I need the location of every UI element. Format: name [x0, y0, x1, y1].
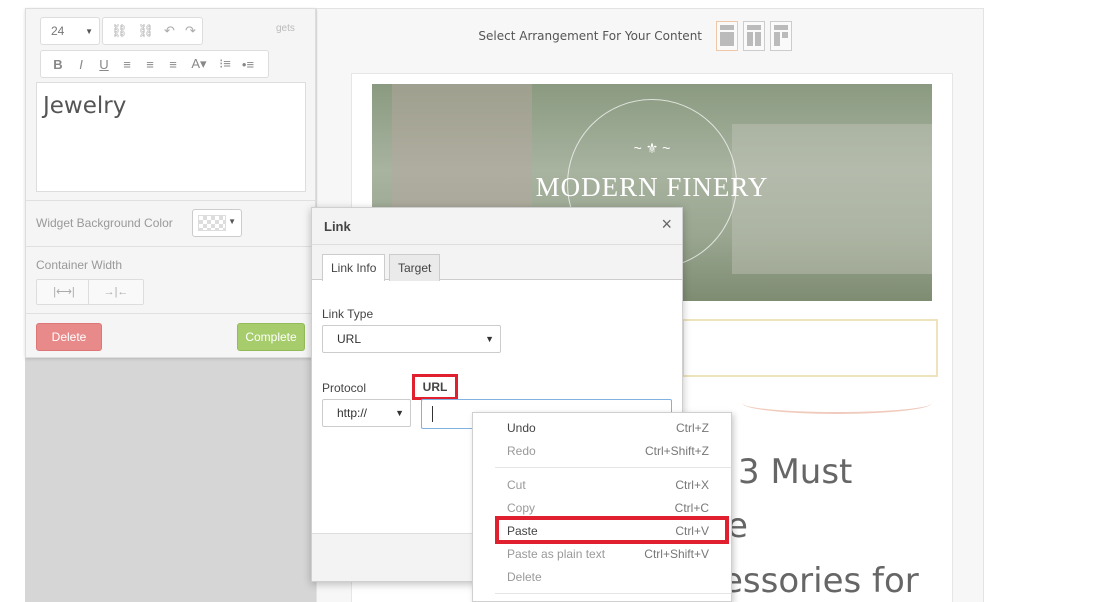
text-block[interactable] [682, 319, 938, 377]
arrangement-bar: Select Arrangement For Your Content [317, 9, 983, 63]
unlink-icon[interactable]: ⛓ [138, 23, 155, 39]
link-type-label: Link Type [322, 307, 374, 321]
widget-background-label: Widget Background Color [36, 216, 173, 230]
align-center-icon[interactable]: ≡ [143, 57, 157, 72]
protocol-select[interactable]: http:// ▼ [322, 399, 411, 427]
widget-editor-panel: 24 ▼ ⛓ ⛓ ↶ ↷ gets B I U ≡ ≡ ≡ A▾ ⁝≡ •≡ J… [25, 8, 316, 358]
menu-item-shortcut: Ctrl+Shift+V [644, 547, 709, 561]
layout-sidebar-button[interactable] [770, 21, 792, 51]
menu-item-label: Cut [507, 478, 526, 492]
font-size-select[interactable]: 24 ▼ [40, 17, 100, 45]
menu-item-undo[interactable]: Undo Ctrl+Z [473, 417, 731, 439]
protocol-label: Protocol [322, 381, 367, 395]
chevron-down-icon: ▼ [228, 217, 236, 226]
dialog-tabs: Link Info Target [312, 245, 682, 281]
layout-two-column-button[interactable] [743, 21, 765, 51]
paste-highlight-box [495, 516, 729, 544]
container-width-label: Container Width [36, 258, 123, 272]
url-label: URL [412, 374, 458, 400]
link-toolbar-group: ⛓ ⛓ ↶ ↷ [102, 17, 203, 45]
menu-item-shortcut: Ctrl+X [675, 478, 709, 492]
link-icon[interactable]: ⛓ [111, 23, 128, 39]
align-left-icon[interactable]: ≡ [120, 57, 134, 72]
underline-icon[interactable]: U [97, 57, 111, 72]
dialog-header[interactable]: Link × [312, 208, 682, 245]
undo-icon[interactable]: ↶ [164, 23, 175, 39]
text-color-icon[interactable]: A▾ [189, 56, 209, 72]
contained-width-button[interactable]: →|← [88, 279, 144, 305]
format-toolbar-group: B I U ≡ ≡ ≡ A▾ ⁝≡ •≡ [40, 50, 269, 78]
menu-item-shortcut: Ctrl+Shift+Z [644, 444, 709, 458]
menu-item-label: Copy [507, 501, 536, 515]
link-type-select[interactable]: URL ▼ [322, 325, 501, 353]
protocol-value: http:// [337, 406, 368, 420]
content-heading-line-1: 3 Must [738, 452, 853, 492]
tab-target[interactable]: Target [389, 254, 441, 281]
menu-item-label: Delete [507, 570, 542, 584]
left-panel-backdrop [25, 358, 316, 602]
italic-icon[interactable]: I [74, 57, 88, 72]
bold-icon[interactable]: B [51, 57, 65, 72]
close-icon[interactable]: × [661, 214, 672, 235]
link-type-value: URL [337, 332, 362, 346]
delete-button[interactable]: Delete [36, 323, 102, 351]
hero-ornament: ~ ⚜ ~ [633, 140, 671, 156]
widgets-tab-text[interactable]: gets [276, 23, 295, 34]
numbered-list-icon[interactable]: ⁝≡ [218, 56, 232, 72]
tab-link-info[interactable]: Link Info [322, 254, 386, 281]
menu-item-delete[interactable]: Delete [473, 566, 731, 588]
background-color-picker[interactable]: ▼ [192, 209, 242, 237]
menu-item-shortcut: Ctrl+C [674, 501, 709, 515]
align-right-icon[interactable]: ≡ [166, 57, 180, 72]
content-heading-line-3: essories for [722, 561, 919, 601]
chevron-down-icon: ▼ [485, 334, 494, 344]
menu-item-label: Paste as plain text [507, 547, 606, 561]
layout-single-column-button[interactable] [716, 21, 738, 51]
transparent-swatch-icon [198, 215, 226, 231]
arrangement-label: Select Arrangement For Your Content [478, 29, 702, 43]
font-size-value: 24 [51, 24, 65, 38]
menu-item-shortcut: Ctrl+Z [676, 421, 709, 435]
chevron-down-icon: ▼ [85, 27, 93, 36]
text-editor-area[interactable]: Jewelry [36, 82, 306, 192]
chevron-down-icon: ▼ [395, 408, 404, 418]
menu-item-cut[interactable]: Cut Ctrl+X [473, 474, 731, 496]
menu-item-label: Undo [507, 421, 536, 435]
dialog-title: Link [324, 219, 351, 234]
bullet-list-icon[interactable]: •≡ [241, 57, 255, 72]
hero-brand: MODERN FINERY [535, 172, 769, 202]
menu-item-label: Redo [507, 444, 536, 458]
divider-swirl [742, 392, 932, 414]
full-width-button[interactable]: |⟷| [36, 279, 92, 305]
menu-item-redo[interactable]: Redo Ctrl+Shift+Z [473, 440, 731, 462]
text-caret [432, 406, 433, 422]
complete-button[interactable]: Complete [237, 323, 305, 351]
redo-icon[interactable]: ↷ [185, 23, 196, 39]
context-menu: Undo Ctrl+Z Redo Ctrl+Shift+Z Cut Ctrl+X… [472, 412, 732, 602]
menu-item-paste-plain-text[interactable]: Paste as plain text Ctrl+Shift+V [473, 543, 731, 565]
